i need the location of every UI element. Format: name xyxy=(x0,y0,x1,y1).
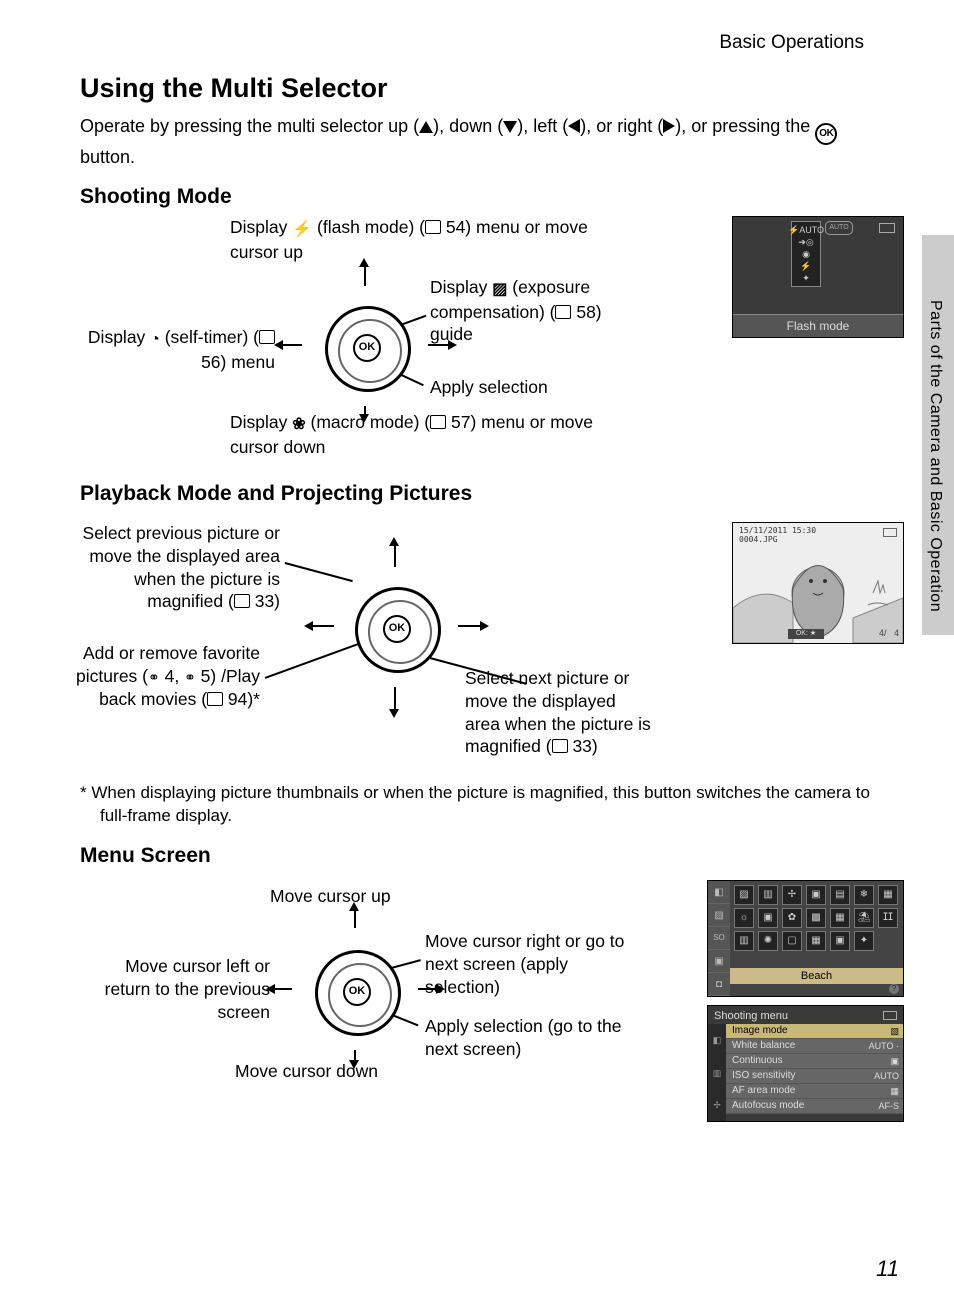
battery-icon xyxy=(883,1011,897,1020)
menu-ok-label: Apply selection (go to the next screen) xyxy=(425,1015,625,1061)
shoot-left-label: Display ◔ (self-timer) ( 56) menu xyxy=(75,326,275,374)
shoot-ok-label: Apply selection xyxy=(430,376,548,399)
book-icon xyxy=(207,692,223,706)
multi-selector-wheel: OK xyxy=(335,567,455,687)
shoot-down-label: Display ❀ (macro mode) ( 57) menu or mov… xyxy=(230,411,630,459)
book-icon xyxy=(430,415,446,429)
play-up-label: Select previous picture or move the disp… xyxy=(70,522,280,613)
menu-item-iso: ISO sensitivityAUTO xyxy=(726,1069,903,1084)
breadcrumb: Basic Operations xyxy=(80,30,894,56)
menu-item-autofocus: Autofocus modeAF-S xyxy=(726,1099,903,1114)
shooting-screen-preview: ⚡AUTO➜◎◉⚡✦ AUTO Flash mode xyxy=(732,216,904,338)
triangle-right-icon xyxy=(663,119,675,133)
exposure-comp-icon: ▨ xyxy=(492,281,507,298)
menu-item-continuous: Continuous▣ xyxy=(726,1054,903,1069)
shooting-menu-preview: Shooting menu ◧▥✢ Image mode▧ White bala… xyxy=(707,1005,904,1122)
shoot-right-label: Display ▨ (exposure compensation) ( 58) … xyxy=(430,276,620,346)
book-icon xyxy=(425,220,441,234)
menu-item-white-balance: White balanceAUTO · xyxy=(726,1039,903,1054)
book-icon xyxy=(259,330,275,344)
self-timer-icon: ◔ xyxy=(150,331,160,348)
macro-icon: ❀ xyxy=(292,416,305,433)
footnote: * When displaying picture thumbnails or … xyxy=(100,782,894,828)
menu-up-label: Move cursor up xyxy=(270,885,391,908)
playback-mode-heading: Playback Mode and Projecting Pictures xyxy=(80,480,894,508)
book-icon xyxy=(552,739,568,753)
triangle-up-icon xyxy=(419,121,433,133)
page-title: Using the Multi Selector xyxy=(80,70,894,106)
triangle-down-icon xyxy=(503,121,517,133)
playback-screen-preview: 15/11/2011 15:300004.JPG OK: ★ 4/ 4 xyxy=(732,522,904,644)
flash-icon: ⚡ xyxy=(292,221,312,238)
triangle-left-icon xyxy=(568,119,580,133)
book-icon xyxy=(234,594,250,608)
intro-paragraph: Operate by pressing the multi selector u… xyxy=(80,114,894,169)
menu-item-af-area: AF area mode▦ xyxy=(726,1084,903,1099)
shoot-up-label: Display ⚡ (flash mode) ( 54) menu or mov… xyxy=(230,216,600,264)
menu-left-label: Move cursor left or return to the previo… xyxy=(90,955,270,1023)
ok-center-icon: OK xyxy=(353,334,381,362)
ref-icon: ⚭ xyxy=(148,668,160,686)
multi-selector-wheel: OK xyxy=(295,930,415,1050)
multi-selector-wheel: OK xyxy=(305,286,425,406)
ok-center-icon: OK xyxy=(383,615,411,643)
menu-item-image-mode: Image mode▧ xyxy=(726,1024,903,1039)
menu-screen-heading: Menu Screen xyxy=(80,842,894,870)
ok-button-icon: OK xyxy=(815,123,837,145)
book-icon xyxy=(555,305,571,319)
scene-menu-preview: ◧▨SO▣◘ ▨▥✢▣▤❄▦ ☼▣✿▩▦ ⛱ⵊⵊ▥✺▢ ▦▣✦ Beach ? xyxy=(707,880,904,997)
battery-icon xyxy=(879,223,895,233)
shooting-mode-heading: Shooting Mode xyxy=(80,183,894,211)
ref-icon: ⚭ xyxy=(184,668,196,686)
play-ok-label: Add or remove favorite pictures (⚭ 4, ⚭ … xyxy=(40,642,260,710)
play-right-label: Select next picture or move the displaye… xyxy=(465,667,655,758)
battery-icon xyxy=(883,528,897,537)
page-number: 11 xyxy=(876,1254,899,1284)
menu-right-label: Move cursor right or go to next screen (… xyxy=(425,930,625,998)
